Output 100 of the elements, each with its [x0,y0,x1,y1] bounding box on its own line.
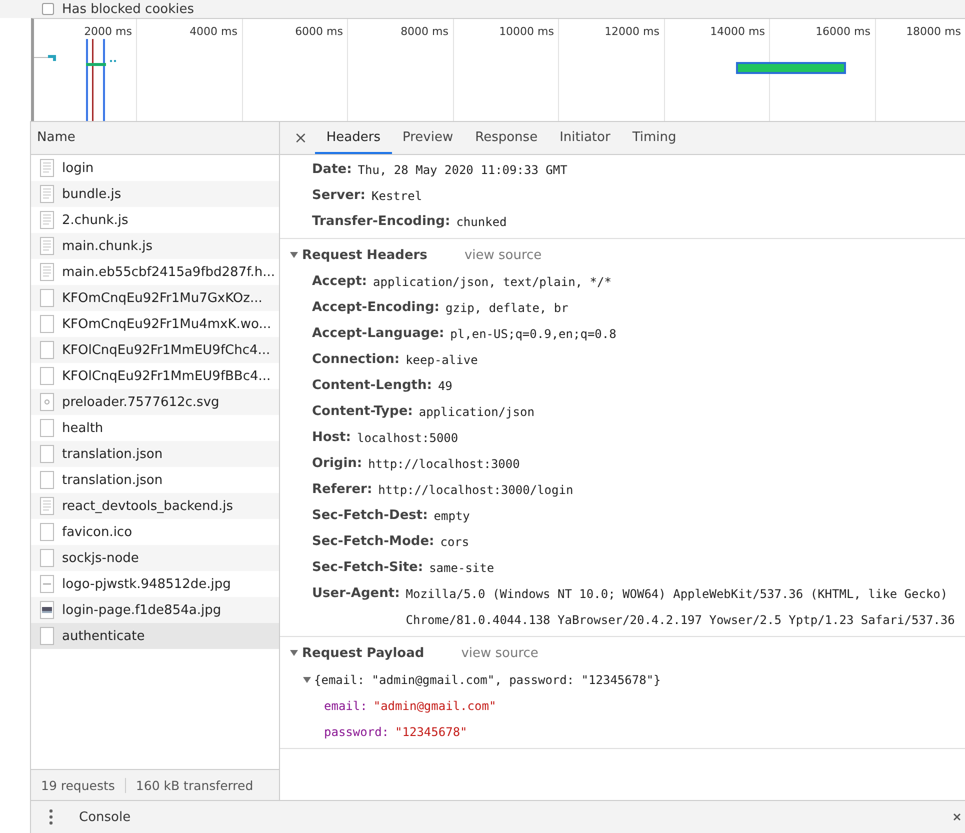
header-name: Server: [312,187,366,205]
tab[interactable]: Timing [621,122,688,154]
document-icon [40,185,54,203]
request-row[interactable]: health [31,415,279,441]
header-value: application/json [418,404,534,421]
tick-label: 16000 ms [816,25,870,38]
request-name: KFOlCnqEu92Fr1MmEU9fBBc4... [62,368,271,384]
header-value: chunked [456,214,507,231]
blank-file-icon [40,445,54,463]
view-source-link[interactable]: view source [461,646,538,660]
expand-toggle-icon[interactable] [289,250,299,260]
request-name: translation.json [62,472,163,488]
more-menu-icon[interactable] [49,809,53,825]
request-row[interactable]: login-page.f1de854a.jpg [31,597,279,623]
request-name: 2.chunk.js [62,212,128,228]
header-name: Sec-Fetch-Dest: [312,507,428,525]
tab[interactable]: Headers [315,122,392,154]
header-name: Connection: [312,351,400,369]
request-row[interactable]: logo-pjwstk.948512de.jpg [31,571,279,597]
header-name: Sec-Fetch-Mode: [312,533,434,551]
request-row[interactable]: favicon.ico [31,519,279,545]
header-name: Host: [312,429,351,447]
request-row[interactable]: KFOmCnqEu92Fr1Mu4mxK.wo... [31,311,279,337]
blank-file-icon [40,549,54,567]
tick-label: 4000 ms [190,25,238,38]
request-row[interactable]: translation.json [31,441,279,467]
tab[interactable]: Initiator [548,122,622,154]
request-row[interactable]: KFOlCnqEu92Fr1MmEU9fBBc4... [31,363,279,389]
tab[interactable]: Preview [392,122,464,154]
blank-file-icon [40,419,54,437]
request-name: authenticate [62,628,145,644]
request-name: login [62,160,94,176]
header-value: application/json, text/plain, */* [373,274,612,291]
property-key: password: [324,725,390,739]
request-name: KFOmCnqEu92Fr1Mu4mxK.wo... [62,316,272,332]
checkbox[interactable] [42,3,54,15]
tick-label: 18000 ms [906,25,961,38]
request-row[interactable]: login [31,155,279,181]
request-row[interactable]: 2.chunk.js [31,207,279,233]
request-row[interactable]: authenticate [31,623,279,649]
property-key: email: [324,699,368,713]
request-row[interactable]: main.eb55cbf2415a9fbd287f.h... [31,259,279,285]
header-value: http://localhost:3000 [368,456,520,473]
summary-text: 19 requests [40,778,116,792]
section-title[interactable]: Request Headers [302,248,428,262]
tick-label: 14000 ms [710,25,765,38]
section-title[interactable]: Request Payload [302,646,424,660]
document-icon [40,263,54,281]
blank-file-icon [40,315,54,333]
header-name: Referer: [312,481,372,499]
column-header[interactable]: Name [31,122,279,155]
close-icon[interactable] [953,813,961,821]
request-name: translation.json [62,446,163,462]
header-value: cors [440,534,470,551]
drawer-tab[interactable]: Console [73,806,137,828]
tick-label: 12000 ms [604,25,660,38]
request-row[interactable]: bundle.js [31,181,279,207]
request-name: login-page.f1de854a.jpg [62,602,222,618]
image-file-icon [40,575,54,593]
document-icon [40,497,54,515]
view-source-link[interactable]: view source [464,248,542,262]
header-name: Origin: [312,455,362,473]
document-icon [40,237,54,255]
tab[interactable]: Response [464,122,549,154]
header-name: Content-Length: [312,377,432,395]
request-row[interactable]: main.chunk.js [31,233,279,259]
expand-toggle-icon[interactable] [289,648,299,658]
blank-file-icon [40,627,54,645]
request-row[interactable]: translation.json [31,467,279,493]
request-name: bundle.js [62,186,122,202]
request-name: KFOlCnqEu92Fr1MmEU9fChc4... [62,342,270,358]
header-name: Sec-Fetch-Site: [312,559,424,577]
header-value: same-site [429,560,494,577]
header-name: Accept-Encoding: [312,299,440,317]
request-row[interactable]: KFOmCnqEu92Fr1Mu7GxKOz... [31,285,279,311]
header-name: User-Agent: [312,585,400,603]
request-row[interactable]: react_devtools_backend.js [31,493,279,519]
request-row[interactable]: preloader.7577612c.svg [31,389,279,415]
request-name: main.chunk.js [62,238,153,254]
image-file-icon [40,601,54,619]
header-value: pl,en-US;q=0.9,en;q=0.8 [450,326,616,343]
tick-label: 2000 ms [84,25,132,38]
tick-label: 6000 ms [295,25,343,38]
header-value: gzip, deflate, br [446,300,568,317]
header-name: Transfer-Encoding: [312,213,450,231]
header-value: localhost:5000 [356,430,458,447]
blank-file-icon [40,523,54,541]
expand-toggle-icon[interactable] [302,675,312,685]
request-row[interactable]: sockjs-node [31,545,279,571]
document-icon [40,159,54,177]
header-value: Mozilla/5.0 (Windows NT 10.0; WOW64) AppleWebKit/537.36 (KHTML, like Gecko) Chrome/81.0.4044.138 YaBrowser/20.4.2.197 Yowser/2.5 Yptp/1.23 Safari/537.36 [406,586,956,629]
request-row[interactable]: KFOlCnqEu92Fr1MmEU9fChc4... [31,337,279,363]
request-name: health [62,420,104,436]
property-value: "admin@gmail.com" [373,699,496,713]
document-icon [40,211,54,229]
request-name: logo-pjwstk.948512de.jpg [62,576,231,592]
request-name: react_devtools_backend.js [62,498,234,514]
close-button[interactable]: × [286,122,316,154]
checkbox-label: Has blocked cookies [62,2,194,16]
request-name: favicon.ico [62,524,132,540]
